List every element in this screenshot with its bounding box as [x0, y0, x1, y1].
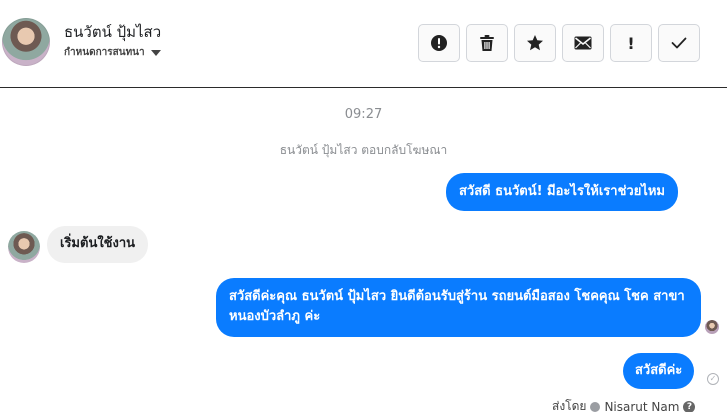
system-notice: ธนวัตน์ ปุ้มไสว ตอบกลับโฆษณา [279, 143, 448, 157]
sent-status-icon: ✓ [707, 373, 719, 385]
message-bubble-outgoing[interactable]: สวัสดี ธนวัตน์! มีอะไรให้เราช่วยไหม [446, 173, 678, 211]
header-actions: ! [418, 24, 700, 62]
sender-status-icon [590, 401, 601, 412]
contact-avatar[interactable] [2, 18, 50, 66]
checkmark-icon [671, 37, 687, 49]
star-icon [527, 35, 543, 51]
sender-name: Nisarut Nam [604, 399, 680, 412]
trash-icon [480, 35, 494, 51]
mark-unread-button[interactable] [562, 24, 604, 62]
seen-by-avatar [705, 320, 719, 334]
sent-by-label: ส่งโดย [552, 399, 587, 412]
mark-done-button[interactable] [658, 24, 700, 62]
follow-up-button[interactable]: ! [610, 24, 652, 62]
envelope-icon [574, 36, 592, 50]
conversation-label-dropdown[interactable]: กำหนดการสนทนา [64, 45, 161, 60]
alert-circle-icon [431, 35, 447, 51]
delete-button[interactable] [466, 24, 508, 62]
exclamation-icon: ! [627, 33, 635, 53]
mark-spam-button[interactable] [418, 24, 460, 62]
help-icon[interactable]: ? [683, 400, 696, 412]
message-bubble-outgoing[interactable]: สวัสดีค่ะคุณ ธนวัตน์ ปุ้มไสว ยินดีต้อนรั… [216, 278, 701, 337]
message-timestamp: 09:27 [344, 107, 383, 122]
message-bubble-outgoing[interactable]: สวัสดีค่ะ [623, 353, 695, 389]
conversation-label-text: กำหนดการสนทนา [64, 47, 145, 58]
sent-by-info: ส่งโดย Nisarut Nam ? [552, 397, 696, 412]
conversation-header: ธนวัตน์ ปุ้มไสว กำหนดการสนทนา ! [0, 0, 727, 88]
star-button[interactable] [514, 24, 556, 62]
message-bubble-incoming[interactable]: เริ่มต้นใช้งาน [47, 226, 149, 263]
contact-name[interactable]: ธนวัตน์ ปุ้มไสว [64, 20, 161, 44]
contact-avatar-small [8, 231, 40, 263]
caret-down-icon [150, 50, 161, 56]
